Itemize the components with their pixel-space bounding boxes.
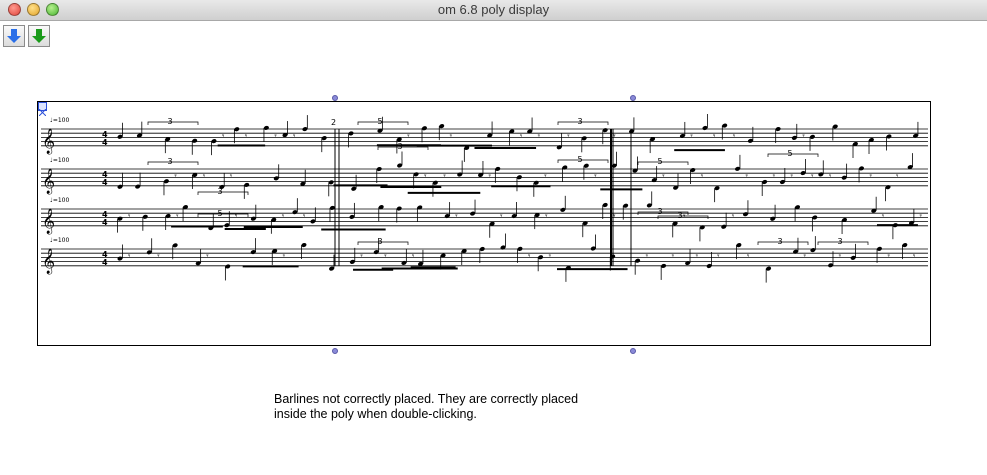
time-signature: 4 <box>102 218 108 227</box>
tempo-marking: ♩=100 <box>50 157 69 164</box>
tuplet-bracket <box>557 159 609 163</box>
green-down-arrow-icon <box>32 29 46 43</box>
tuplet-bracket <box>637 161 689 165</box>
title-bar: om 6.8 poly display <box>0 0 987 21</box>
tuplet-bracket <box>817 241 869 245</box>
tuplet-bracket <box>557 121 609 125</box>
move-down-green-button[interactable] <box>28 25 50 47</box>
tuplet-label: 3 <box>777 237 782 246</box>
tuplet-label: 5 <box>377 117 382 126</box>
tempo-marking: ♩=100 <box>50 237 69 244</box>
blue-down-arrow-icon <box>7 29 21 43</box>
tuplet-label: 5 <box>577 155 582 164</box>
treble-clef-icon: 𝄞 <box>42 168 55 194</box>
tuplet-label: 3 <box>397 142 402 151</box>
tuplet-bracket <box>357 241 409 245</box>
score-frame[interactable]: 𝄞 4 4 ♩=100 𝄞 4 4 ♩=100 𝄞 4 4 ♩=100 𝄞 4 4 ♩=100 2 𝄾 𝄾 𝄾 𝄾 𝄾 𝄾 𝄾… <box>37 101 931 346</box>
tuplet-bracket <box>757 241 809 245</box>
measure-number: 2 <box>331 118 336 127</box>
tuplet-label: 5 <box>217 209 222 218</box>
tuplet-bracket <box>357 121 409 125</box>
caption-line-2: inside the poly when double-clicking. <box>274 407 477 421</box>
move-down-button[interactable] <box>3 25 25 47</box>
tuplet-bracket <box>147 121 199 125</box>
treble-clef-icon: 𝄞 <box>42 208 55 234</box>
tempo-marking: ♩=100 <box>50 197 69 204</box>
resize-handle[interactable] <box>630 348 636 354</box>
tuplet-bracket <box>197 213 249 217</box>
selection-marker-icon[interactable] <box>38 102 47 117</box>
time-signature: 4 <box>102 178 108 187</box>
tuplet-label: 3 <box>677 211 682 220</box>
score-canvas[interactable]: 𝄞 44♩=100𝄞 44♩=100𝄞 44♩=100𝄞 44♩=1002𝄾 𝄾 𝄾 𝄾 𝄾 𝄾 𝄾… <box>38 102 930 345</box>
tuplet-label: 3 <box>167 117 172 126</box>
tuplet-label: 5 <box>657 157 662 166</box>
caption: Barlines not correctly placed. They are … <box>274 392 694 422</box>
window-title: om 6.8 poly display <box>437 2 550 17</box>
treble-clef-icon: 𝄞 <box>42 248 55 274</box>
tuplet-bracket <box>147 161 199 165</box>
resize-handle[interactable] <box>332 348 338 354</box>
tuplet-label: 3 <box>217 187 222 196</box>
tuplet-label: 3 <box>577 117 582 126</box>
tuplet-label: 3 <box>167 157 172 166</box>
treble-clef-icon: 𝄞 <box>42 128 55 154</box>
tuplet-label: 3 <box>837 237 842 246</box>
time-signature: 4 <box>102 138 108 147</box>
tuplet-label: 5 <box>787 149 792 158</box>
tempo-marking: ♩=100 <box>50 117 69 124</box>
tuplet-bracket <box>767 153 819 157</box>
tuplet-label: 3 <box>377 237 382 246</box>
tuplet-label: 3 <box>657 207 662 216</box>
caption-line-1: Barlines not correctly placed. They are … <box>274 392 579 406</box>
time-signature: 4 <box>102 258 108 267</box>
tuplet-bracket <box>377 146 429 150</box>
tuplet-bracket <box>197 191 249 195</box>
